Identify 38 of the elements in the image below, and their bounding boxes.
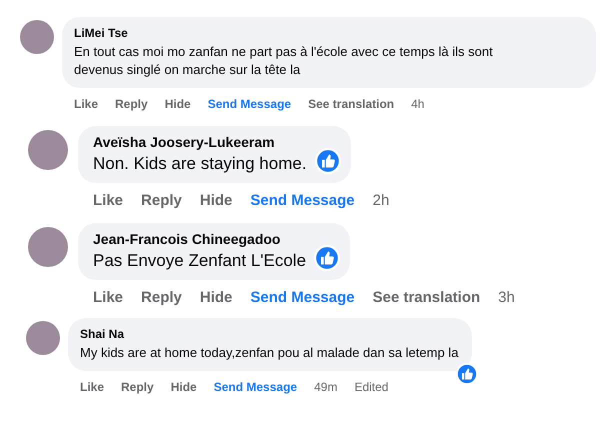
send-message-link[interactable]: Send Message [250,288,355,306]
send-message-link[interactable]: Send Message [214,380,298,394]
action-link[interactable]: See translation [372,288,480,306]
action-link[interactable]: Hide [170,380,197,394]
comment-meta: 3h [498,288,515,306]
action-link[interactable]: Reply [115,97,148,111]
comment-author[interactable]: Jean-Francois Chineegadoo [93,231,306,247]
action-link[interactable]: Reply [141,192,182,208]
comment-author[interactable]: Shai Na [80,327,458,341]
comment-author[interactable]: LiMei Tse [74,26,582,40]
action-link[interactable]: See translation [308,97,394,111]
thumbs-up-icon[interactable] [456,363,478,385]
avatar-photo-placeholder[interactable] [28,227,68,267]
comment-text: En tout cas moi mo zanfan ne part pas à l'école avec ce temps là ils sont devenus singlé on marche sur la tête la [74,43,494,79]
comment-meta: Edited [354,380,388,394]
action-link[interactable]: Like [74,97,98,111]
action-link[interactable]: Like [80,380,104,394]
send-message-link[interactable]: Send Message [208,97,292,111]
action-link[interactable]: Hide [200,288,232,306]
avatar-photo-placeholder[interactable] [26,321,60,355]
action-link[interactable]: Reply [121,380,154,394]
comment-meta: 2h [372,192,390,208]
action-link[interactable]: Hide [164,97,191,111]
comment-meta: 49m [314,380,338,394]
avatar-photo-placeholder[interactable] [20,20,54,54]
action-link[interactable]: Like [93,288,124,306]
avatar-photo-placeholder[interactable] [28,130,68,170]
action-link[interactable]: Like [93,192,124,208]
send-message-link[interactable]: Send Message [250,192,355,208]
action-link[interactable]: Hide [200,192,232,208]
thumbs-up-icon[interactable] [314,148,341,174]
comment-text: My kids are at home today,zenfan pou al malade dan sa letemp la [80,344,458,362]
thumbs-up-icon[interactable] [314,245,340,271]
comment-author[interactable]: Aveïsha Joosery-Lukeeram [93,134,307,150]
comment-text: Non. Kids are staying home. [93,153,307,175]
comment-text: Pas Envoye Zenfant L'Ecole [93,250,306,272]
comment-meta: 4h [411,97,424,111]
action-link[interactable]: Reply [141,288,182,306]
